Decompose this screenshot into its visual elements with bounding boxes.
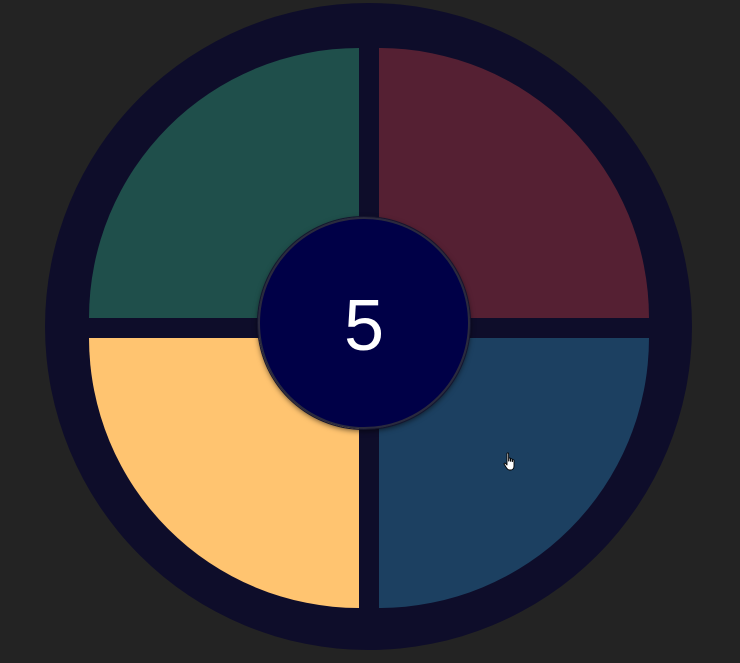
hand-pointer-icon (503, 452, 515, 471)
round-counter: 5 (343, 286, 385, 366)
center-hub: 5 (258, 217, 470, 429)
game-board: 5 (45, 3, 692, 650)
